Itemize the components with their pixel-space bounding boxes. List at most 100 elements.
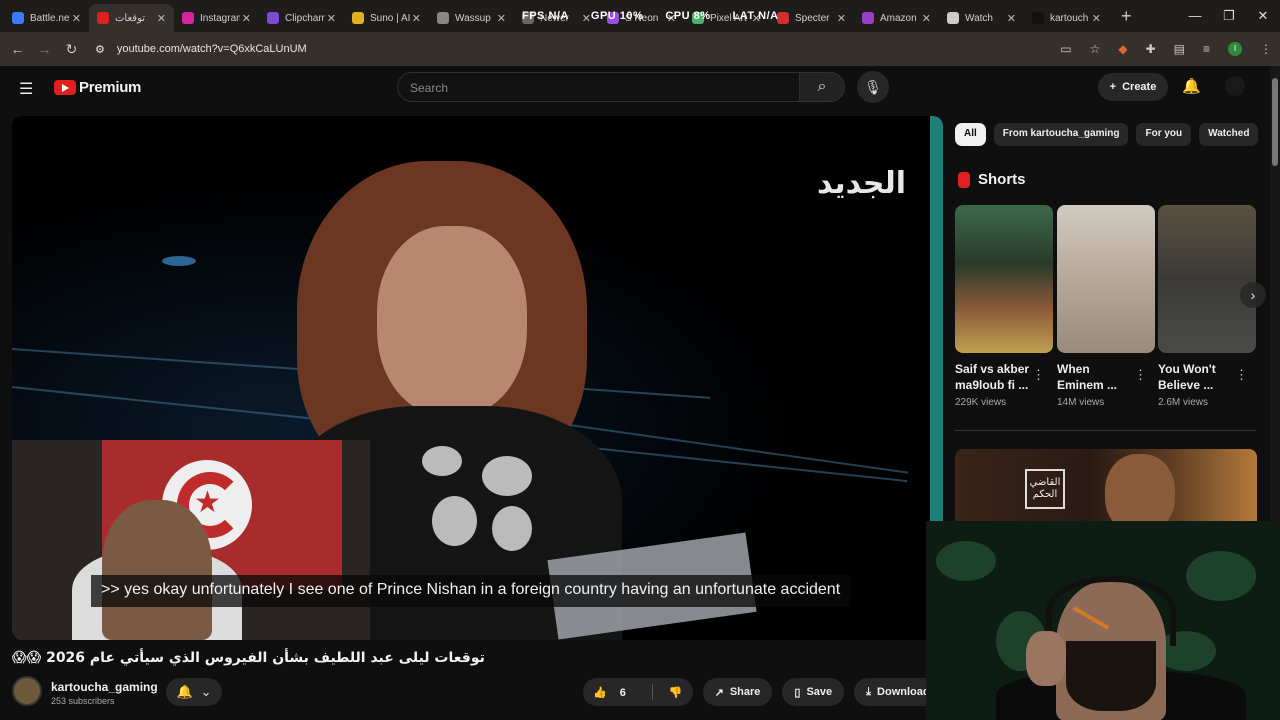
video-player[interactable]: الجديد ★ >> yes okay unfortunately I see…	[12, 116, 943, 640]
streamer-webcam-right	[926, 521, 1280, 720]
close-tab-icon[interactable]: ✕	[72, 12, 81, 25]
voice-search-button[interactable]: 🎙	[857, 71, 889, 103]
minimize-button[interactable]: —	[1178, 0, 1212, 32]
extensions-icon[interactable]: ✚	[1146, 42, 1156, 56]
browser-tab[interactable]: Suno | AI ✕	[344, 4, 429, 32]
lace-detail	[492, 506, 532, 551]
short-card[interactable]: Saif vs akber ma9loub fi ... 229K views …	[955, 205, 1053, 408]
share-label: Share	[729, 686, 761, 698]
bookmark-star-icon[interactable]: ☆	[1090, 42, 1101, 56]
streamer-face	[102, 500, 212, 640]
scrollbar-thumb[interactable]	[1272, 78, 1278, 166]
short-thumbnail[interactable]	[1057, 205, 1155, 353]
close-tab-icon[interactable]: ✕	[922, 12, 931, 25]
more-options-icon[interactable]: ⋮	[1235, 367, 1248, 383]
shorts-title: Shorts	[978, 171, 1026, 188]
chevron-down-icon: ⌄	[200, 684, 212, 699]
save-button[interactable]: ▯ Save	[782, 678, 845, 706]
url-text: youtube.com/watch?v=Q6xkCaLUnUM	[116, 43, 307, 55]
close-tab-icon[interactable]: ✕	[242, 12, 251, 25]
new-tab-button[interactable]: +	[1121, 6, 1132, 27]
forward-button[interactable]: →	[31, 41, 58, 57]
favicon-icon	[437, 12, 449, 24]
chip-all[interactable]: All	[955, 123, 986, 146]
short-thumbnail[interactable]	[955, 205, 1053, 353]
shorts-next-button[interactable]: ›	[1240, 282, 1266, 308]
sidebar-icon[interactable]: ▤	[1174, 42, 1185, 56]
like-button[interactable]: 👍 6	[583, 686, 646, 699]
short-title[interactable]: Saif vs akber ma9loub fi ...	[955, 361, 1035, 393]
headphones-icon	[1046, 576, 1176, 646]
channel-avatar[interactable]	[12, 676, 42, 706]
browser-tab[interactable]: Watch ✕	[939, 4, 1024, 32]
back-button[interactable]: ←	[4, 41, 31, 57]
lace-detail	[482, 456, 532, 496]
menu-icon[interactable]: ⋮	[1260, 42, 1272, 56]
short-title[interactable]: When Eminem ...	[1057, 361, 1137, 393]
recommended-video-thumbnail[interactable]: القاضي الحكم	[955, 449, 1257, 529]
search-button[interactable]: ⌕	[799, 72, 845, 102]
microphone-icon: 🎙	[864, 79, 882, 95]
divider	[651, 684, 653, 700]
share-button[interactable]: ↗ Share	[702, 678, 773, 706]
site-info-icon[interactable]: ⚙	[95, 43, 105, 56]
chip-from-channel[interactable]: From kartoucha_gaming	[993, 123, 1129, 146]
hamburger-menu-icon[interactable]: ☰	[19, 79, 33, 99]
browser-tab[interactable]: Amazon ✕	[854, 4, 939, 32]
chevron-right-icon: ›	[1250, 287, 1256, 303]
podcast-logo: القاضي الحكم	[1025, 469, 1065, 509]
maximize-button[interactable]: ❐	[1212, 0, 1246, 32]
cast-icon[interactable]: ▭	[1060, 42, 1071, 56]
browser-tab[interactable]: Wassup ✕	[429, 4, 514, 32]
close-tab-icon[interactable]: ✕	[157, 12, 166, 25]
notifications-bell-icon[interactable]: 🔔	[1182, 77, 1201, 95]
chip-watched[interactable]: Watched	[1199, 123, 1259, 146]
close-tab-icon[interactable]: ✕	[1092, 12, 1101, 25]
short-card[interactable]: You Won't Believe ... 2.6M views ⋮	[1158, 205, 1256, 408]
youtube-logo[interactable]: Premium	[54, 79, 141, 96]
tv-channel-logo: الجديد	[817, 166, 907, 201]
browser-tab[interactable]: توقعات ✕	[89, 4, 174, 32]
media-icon[interactable]: ≡	[1203, 42, 1210, 56]
url-field[interactable]: ⚙ youtube.com/watch?v=Q6xkCaLUnUM	[95, 43, 307, 56]
studio-light	[162, 256, 196, 266]
close-tab-icon[interactable]: ✕	[837, 12, 846, 25]
tab-label: Watch	[965, 12, 993, 24]
browser-tab[interactable]: Battle.net ✕	[4, 4, 89, 32]
short-title[interactable]: You Won't Believe ...	[1158, 361, 1238, 393]
close-tab-icon[interactable]: ✕	[1007, 12, 1016, 25]
close-tab-icon[interactable]: ✕	[327, 12, 336, 25]
profile-avatar[interactable]: I	[1228, 42, 1242, 56]
filter-chips: All From kartoucha_gaming For you Watche…	[955, 123, 1259, 146]
page-scrollbar[interactable]	[1270, 66, 1280, 526]
foliage	[936, 541, 996, 581]
tab-label: توقعات	[115, 12, 146, 24]
notification-settings-button[interactable]: 🔔 ⌄	[166, 678, 222, 706]
tab-label: Clipchamp	[285, 12, 325, 24]
channel-name[interactable]: kartoucha_gaming	[51, 680, 158, 694]
close-tab-icon[interactable]: ✕	[497, 12, 506, 25]
youtube-play-icon	[54, 80, 76, 95]
dislike-button[interactable]: 👎	[659, 686, 693, 699]
performance-overlay: FPS N/A GPU 10% CPU 8% LAT N/A	[522, 10, 779, 22]
browser-tab[interactable]: Instagram✕	[174, 4, 259, 32]
address-bar-actions: ▭ ☆ ◆ ✚ ▤ ≡ I ⋮	[1060, 32, 1272, 66]
extension-brave-icon[interactable]: ◆	[1118, 42, 1127, 56]
browser-tab[interactable]: kartouch ✕	[1024, 4, 1109, 32]
browser-tab[interactable]: Specter ✕	[769, 4, 854, 32]
account-avatar[interactable]	[1225, 76, 1245, 96]
close-tab-icon[interactable]: ✕	[412, 12, 421, 25]
more-options-icon[interactable]: ⋮	[1032, 367, 1045, 383]
chip-for-you[interactable]: For you	[1136, 123, 1192, 146]
short-card[interactable]: When Eminem ... 14M views ⋮	[1057, 205, 1155, 408]
search-input[interactable]: Search	[397, 72, 800, 102]
more-options-icon[interactable]: ⋮	[1134, 367, 1147, 383]
lace-detail	[432, 496, 477, 546]
search-icon: ⌕	[817, 78, 827, 95]
short-thumbnail[interactable]	[1158, 205, 1256, 353]
browser-tab[interactable]: Clipchamp✕	[259, 4, 344, 32]
tab-label: Amazon	[880, 12, 917, 24]
reload-button[interactable]: ↻	[58, 41, 85, 58]
close-window-button[interactable]: ✕	[1246, 0, 1280, 32]
create-button[interactable]: + Create	[1098, 73, 1168, 101]
